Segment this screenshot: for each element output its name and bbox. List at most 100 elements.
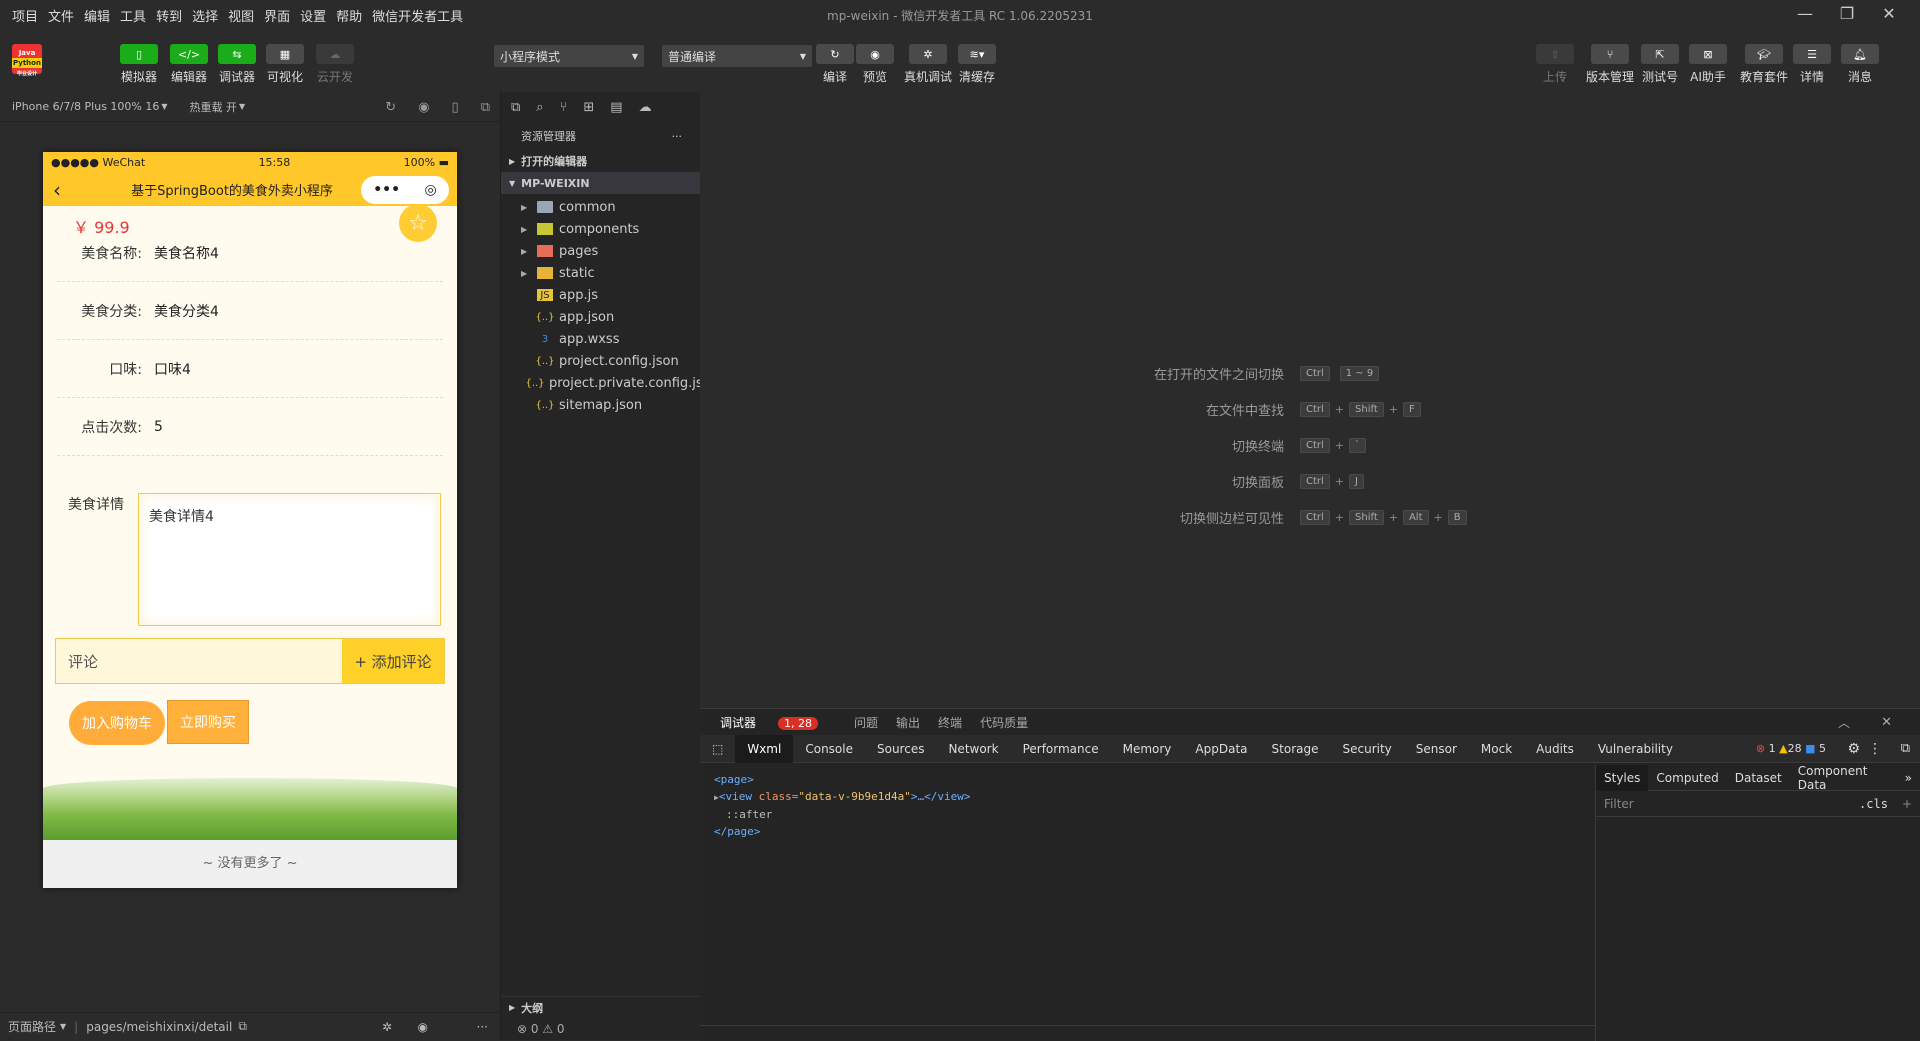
tree-file-app-json[interactable]: {..} app.json <box>501 306 700 328</box>
tree-folder-static[interactable]: ▶ static <box>501 262 700 284</box>
tab-debugger[interactable]: 调试器 1, 28 <box>720 714 836 731</box>
docker-icon[interactable]: ☁ <box>639 100 652 115</box>
eye-icon[interactable]: ◉ <box>418 1020 428 1034</box>
tab-network[interactable]: Network <box>936 735 1010 763</box>
menu-capsule[interactable]: ••• ◎ <box>361 176 449 204</box>
tree-folder-pages[interactable]: ▶ pages <box>501 240 700 262</box>
clear-cache-button[interactable]: ≋▾ 清缓存 <box>958 44 996 85</box>
minimize-icon[interactable]: — <box>1784 4 1826 23</box>
double-chevron-icon[interactable]: » <box>1897 765 1920 791</box>
dom-page-open[interactable]: <page> <box>714 771 1581 788</box>
back-arrow-icon[interactable]: ‹ <box>53 178 61 202</box>
dock-icon[interactable]: ⧉ <box>1901 741 1910 756</box>
tab-security[interactable]: Security <box>1330 735 1403 763</box>
add-comment-button[interactable]: + 添加评论 <box>342 639 444 683</box>
phone-icon[interactable]: ▯ <box>452 100 459 115</box>
close-target-icon[interactable]: ◎ <box>425 182 437 198</box>
more-icon[interactable]: ··· <box>477 1020 488 1034</box>
tab-problems[interactable]: 问题 <box>854 714 878 731</box>
tab-styles[interactable]: Styles <box>1596 764 1649 791</box>
close-icon[interactable]: ✕ <box>1881 715 1892 730</box>
device-select[interactable]: iPhone 6/7/8 Plus 100% 16 <box>12 100 159 113</box>
upload-button[interactable]: ⇧ 上传 <box>1536 44 1574 85</box>
tab-component-data[interactable]: Component Data <box>1790 764 1897 792</box>
dom-after[interactable]: ::after <box>714 806 1581 823</box>
record-icon[interactable]: ◉ <box>418 100 429 115</box>
outline-section[interactable]: ▶ 大纲 <box>501 996 701 1018</box>
cloud-button[interactable]: ☁ 云开发 <box>316 44 354 85</box>
compile-button[interactable]: ↻ 编译 <box>816 44 854 85</box>
tab-performance[interactable]: Performance <box>1011 735 1111 763</box>
tab-output[interactable]: 输出 <box>896 714 920 731</box>
tree-file-sitemap[interactable]: {..} sitemap.json <box>501 394 700 416</box>
remote-debug-button[interactable]: ✲ 真机调试 <box>904 44 952 85</box>
cls-toggle[interactable]: .cls <box>1859 797 1888 811</box>
mode-select[interactable]: 小程序模式 ▼ <box>494 45 644 67</box>
storage-icon[interactable]: ▤ <box>610 100 622 115</box>
tab-memory[interactable]: Memory <box>1111 735 1184 763</box>
simulator-button[interactable]: ▯ 模拟器 <box>120 44 158 85</box>
compile-select[interactable]: 普通编译 ▼ <box>662 45 812 67</box>
tab-terminal[interactable]: 终端 <box>938 714 962 731</box>
tree-folder-common[interactable]: ▶ common <box>501 196 700 218</box>
tree-file-app-wxss[interactable]: 3 app.wxss <box>501 328 700 350</box>
inspect-icon[interactable]: ⬚ <box>700 735 735 763</box>
filter-input[interactable]: Filter <box>1604 797 1634 811</box>
details-button[interactable]: ☰ 详情 <box>1793 44 1831 85</box>
page-path-label[interactable]: 页面路径 <box>8 1018 56 1035</box>
chevron-up-icon[interactable]: ︿ <box>1838 714 1850 731</box>
tab-sources[interactable]: Sources <box>865 735 936 763</box>
extensions-icon[interactable]: ⊞ <box>583 100 594 115</box>
add-to-cart-button[interactable]: 加入购物车 <box>69 701 165 745</box>
open-editors-section[interactable]: ▶ 打开的编辑器 <box>501 150 700 172</box>
tab-console[interactable]: Console <box>793 735 865 763</box>
popout-icon[interactable]: ⧉ <box>481 100 490 115</box>
plus-sign: + <box>1334 474 1345 488</box>
rotate-icon[interactable]: ↻ <box>385 100 396 115</box>
dom-page-close[interactable]: </page> <box>714 823 1581 840</box>
project-section[interactable]: ▼ MP-WEIXIN <box>501 172 700 194</box>
tree-folder-components[interactable]: ▶ components <box>501 218 700 240</box>
tree-file-project-config[interactable]: {..} project.config.json <box>501 350 700 372</box>
dom-view-line[interactable]: ▶<view class="data-v-9b9e1d4a">…</view> <box>714 788 1581 806</box>
buy-now-button[interactable]: 立即购买 <box>167 700 249 744</box>
debugger-button[interactable]: ⇆ 调试器 <box>218 44 256 85</box>
tab-audits[interactable]: Audits <box>1524 735 1586 763</box>
tree-file-project-private-config[interactable]: {..} project.private.config.js... <box>501 372 715 394</box>
more-icon[interactable]: ··· <box>672 130 683 143</box>
ai-button[interactable]: ⊠ AI助手 <box>1689 44 1727 85</box>
restore-icon[interactable]: ❐ <box>1826 4 1868 23</box>
search-icon[interactable]: ⌕ <box>536 100 543 115</box>
source-control-icon[interactable]: ⑂ <box>560 100 568 115</box>
tab-code-quality[interactable]: 代码质量 <box>980 714 1028 731</box>
close-icon[interactable]: ✕ <box>1868 4 1910 23</box>
problems-status[interactable]: ⊗ 0 ⚠ 0 <box>501 1018 701 1040</box>
tab-dataset[interactable]: Dataset <box>1727 765 1790 791</box>
comment-input[interactable]: 评论 <box>56 651 342 672</box>
preview-button[interactable]: ◉ 预览 <box>856 44 894 85</box>
more-dots-icon[interactable]: ••• <box>373 182 400 198</box>
dom-attr-value: "data-v-9b9e1d4a" <box>798 790 911 803</box>
gear-icon[interactable]: ⚙ <box>1847 741 1860 757</box>
hot-reload-toggle[interactable]: 热重载 开 <box>190 99 238 115</box>
editor-button[interactable]: </> 编辑器 <box>170 44 208 85</box>
kebab-icon[interactable]: ⋮ <box>1868 741 1882 757</box>
files-icon[interactable]: ⧉ <box>511 100 520 115</box>
counts[interactable]: ⊗ 1 ▲28 ■ 5 <box>1756 742 1826 755</box>
test-no-button[interactable]: ⇱ 测试号 <box>1641 44 1679 85</box>
tab-mock[interactable]: Mock <box>1469 735 1524 763</box>
edu-button[interactable]: 🎓︎ 教育套件 <box>1740 44 1788 85</box>
plus-icon[interactable]: + <box>1902 797 1912 811</box>
tab-appdata[interactable]: AppData <box>1183 735 1259 763</box>
tab-computed[interactable]: Computed <box>1648 765 1726 791</box>
copy-icon[interactable]: ⧉ <box>238 1019 247 1034</box>
messages-button[interactable]: 🔔︎ 消息 <box>1841 44 1879 85</box>
visual-button[interactable]: ▦ 可视化 <box>266 44 304 85</box>
tab-sensor[interactable]: Sensor <box>1404 735 1469 763</box>
tree-file-app-js[interactable]: JS app.js <box>501 284 700 306</box>
tab-wxml[interactable]: Wxml <box>735 734 794 763</box>
tab-vulnerability[interactable]: Vulnerability <box>1586 735 1685 763</box>
tab-storage[interactable]: Storage <box>1260 735 1331 763</box>
version-button[interactable]: ⑂ 版本管理 <box>1586 44 1634 85</box>
bug-icon[interactable]: ✲ <box>382 1020 392 1034</box>
